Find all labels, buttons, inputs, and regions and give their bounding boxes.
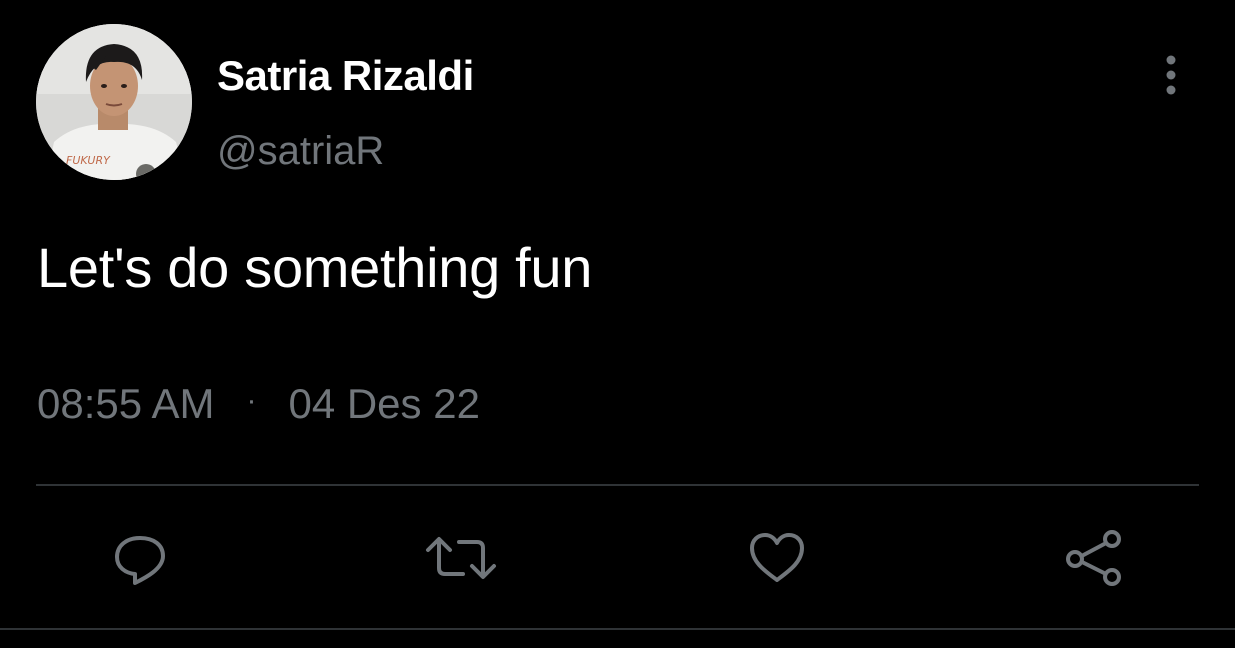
divider — [36, 484, 1199, 486]
tweet-date: 04 Des 22 — [288, 380, 480, 427]
avatar[interactable]: FUKURY — [36, 24, 192, 180]
retweet-arrows-icon — [426, 537, 496, 579]
vertical-dots-icon — [1166, 55, 1176, 95]
heart-icon — [750, 533, 804, 582]
like-button[interactable] — [745, 526, 809, 590]
share-button[interactable] — [1062, 526, 1126, 590]
share-nodes-icon — [1066, 530, 1121, 586]
avatar-shirt-text: FUKURY — [66, 154, 111, 167]
tweet-text: Let's do something fun — [37, 236, 593, 299]
retweet-button[interactable] — [425, 526, 496, 590]
more-options-button[interactable] — [1152, 50, 1190, 100]
speech-bubble-icon — [115, 536, 165, 585]
tweet-timestamp: 08:55 AM · 04 Des 22 — [37, 380, 480, 428]
tweet-time: 08:55 AM — [37, 380, 215, 427]
display-name[interactable]: Satria Rizaldi — [217, 52, 474, 100]
avatar-photo: FUKURY — [36, 24, 192, 180]
reply-button[interactable] — [108, 526, 172, 590]
user-handle[interactable]: @satriaR — [217, 129, 384, 174]
meta-separator: · — [246, 384, 257, 417]
bottom-divider — [0, 628, 1235, 630]
